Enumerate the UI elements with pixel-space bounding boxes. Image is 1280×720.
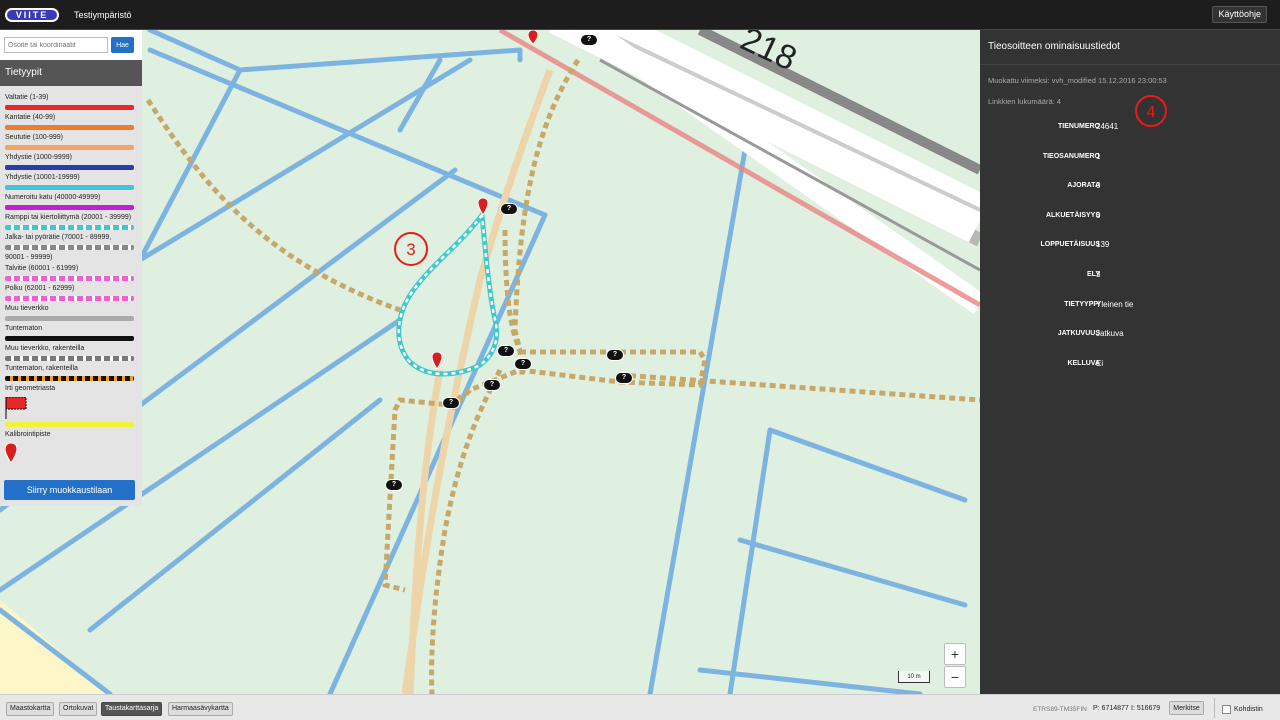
unknown-marker[interactable]: ?	[580, 34, 598, 46]
enter-edit-mode-button[interactable]: Siirry muokkaustilaan	[4, 480, 135, 500]
legend-line-swatch	[5, 316, 134, 321]
coordinate-i: I: 516679	[1131, 705, 1161, 712]
legend-label: Tuntematon	[5, 325, 43, 332]
property-value: 0	[1096, 181, 1101, 191]
legend-label: Jalka- tai pyörätie (70001 - 89999,	[5, 234, 112, 241]
property-value: Jatkuva	[1096, 329, 1124, 339]
unknown-marker[interactable]: ?	[514, 358, 532, 370]
top-bar: VIITE Testiympäristö Käyttöohje	[0, 0, 1280, 30]
legend-line-swatch	[5, 245, 134, 250]
mark-button[interactable]: Merkitse	[1169, 701, 1204, 715]
property-value: Yleinen tie	[1096, 299, 1134, 309]
legend-line-swatch	[5, 296, 134, 301]
property-value: 1	[1096, 151, 1101, 161]
legend-label: Irti geometriasta	[5, 385, 56, 392]
map-canvas[interactable]: 3	[0, 30, 980, 694]
panel-divider	[980, 64, 1280, 65]
unknown-marker[interactable]: ?	[500, 203, 518, 215]
bottom-bar: Maastokartta Ortokuvat Taustakarttasarja Ha…	[0, 694, 1280, 720]
property-value: 24641	[1096, 122, 1119, 131]
map-view[interactable]: 3 218 ? ? ? ? ? ? ? ? ? + − 10 m	[0, 30, 980, 694]
annotation-circle-4: 4	[1135, 95, 1167, 127]
legend-line-swatch	[5, 205, 134, 210]
basemap-tab[interactable]: Taustakarttasarja	[101, 702, 163, 716]
floating-flag-icon	[5, 396, 27, 419]
annotation-3: 3	[406, 240, 415, 259]
legend-label: Valtatie (1-39)	[5, 94, 49, 101]
legend-label: Polku (62001 - 62999)	[5, 285, 75, 292]
legend-line-swatch	[5, 276, 134, 281]
projection-label: ETRS89-TM35FIN	[1033, 706, 1087, 713]
property-key: ELY	[1087, 271, 1100, 278]
legend-label: Yhdystie (10001-19999)	[5, 174, 80, 181]
property-key: TIENUMERO	[1058, 123, 1100, 130]
unknown-marker[interactable]: ?	[442, 397, 460, 409]
legend-line-swatch	[5, 336, 134, 341]
search-bar: Hae	[0, 30, 142, 60]
property-key: JATKUVUUS	[1057, 330, 1100, 338]
legend-line-swatch	[5, 422, 134, 427]
annotation-4: 4	[1147, 104, 1156, 121]
property-key: KELLUVA	[1067, 359, 1100, 367]
properties-panel: Tieosoitteen ominaisuustiedot Muokattu v…	[980, 30, 1280, 694]
property-value: 0	[1096, 210, 1101, 220]
legend-line-swatch	[5, 376, 134, 381]
panel-title: Tieosoitteen ominaisuustiedot	[988, 41, 1120, 52]
property-key: AJORATA	[1067, 182, 1100, 190]
environment-label: Testiympäristö	[74, 10, 132, 20]
unknown-marker[interactable]: ?	[497, 345, 515, 357]
legend-sidebar: Hae Tietyypit Valtatie (1-39) Kantatie (4…	[0, 30, 142, 506]
legend-label: Muu tieverkko, rakenteilla	[5, 345, 85, 352]
scale-bar: 10 m	[898, 671, 930, 683]
property-key: TIETYYPPI	[1064, 300, 1100, 308]
unknown-marker[interactable]: ?	[385, 479, 403, 491]
basemap-tab[interactable]: Ortokuvat	[59, 702, 98, 716]
legend-label: Ramppi tai kiertoliittymä (20001 - 39999…	[5, 214, 132, 221]
unknown-marker[interactable]: ?	[483, 379, 501, 391]
legend-line-swatch	[5, 105, 134, 110]
legend-label: Yhdystie (1000-9999)	[5, 154, 72, 161]
legend-label: Tuntematon, rakenteilla	[5, 365, 78, 372]
zoom-in-button[interactable]: +	[944, 643, 966, 665]
unknown-marker[interactable]: ?	[606, 349, 624, 361]
legend-label: Talvitie (60001 - 61999)	[5, 265, 79, 272]
basemap-tab[interactable]: Maastokartta	[6, 702, 55, 716]
unknown-marker[interactable]: ?	[615, 372, 633, 384]
modified-info: Muokattu viimeksi: vvh_modified 15.12.20…	[988, 76, 1167, 85]
legend-label: Muu tieverkko	[5, 305, 49, 312]
legend-label: Kantatie (40-99)	[5, 114, 56, 121]
help-button[interactable]: Käyttöohje	[1212, 6, 1267, 23]
property-value: 139	[1096, 240, 1110, 250]
legend-label: Numeroitu katu (40000-49999)	[5, 194, 101, 201]
property-key: TIEOSANUMERO	[1042, 152, 1100, 160]
search-button[interactable]: Hae	[111, 37, 134, 53]
property-value: 3	[1096, 270, 1101, 279]
viite-logo[interactable]: VIITE	[5, 8, 59, 22]
crosshair-checkbox[interactable]	[1222, 705, 1231, 714]
legend-label: Seututie (100-999)	[5, 134, 63, 141]
link-count: Linkkien lukumäärä: 4	[988, 97, 1061, 106]
property-key: ALKUETÄISYYS	[1045, 211, 1100, 219]
legend-title: Tietyypit	[0, 60, 142, 86]
calibration-pin-icon	[4, 442, 18, 468]
legend-label: 90001 - 99999)	[5, 254, 53, 261]
search-input[interactable]	[4, 37, 108, 53]
property-value: Ei	[1096, 358, 1104, 368]
legend-line-swatch	[5, 165, 134, 170]
basemap-tab[interactable]: Harmaasävykartta	[168, 702, 233, 716]
footer-divider	[1214, 698, 1215, 718]
crosshair-label: Kohdistin	[1234, 706, 1263, 713]
property-key: LOPPUETÄISUUS	[1040, 241, 1100, 249]
legend-line-swatch	[5, 125, 134, 130]
zoom-out-button[interactable]: −	[944, 666, 966, 688]
legend-line-swatch	[5, 225, 134, 230]
legend-line-swatch	[5, 145, 134, 150]
legend-line-swatch	[5, 185, 134, 190]
legend-line-swatch	[5, 356, 134, 361]
coordinate-p: P: 6714877	[1093, 705, 1129, 712]
legend-label: Kalibrointipiste	[5, 431, 51, 438]
